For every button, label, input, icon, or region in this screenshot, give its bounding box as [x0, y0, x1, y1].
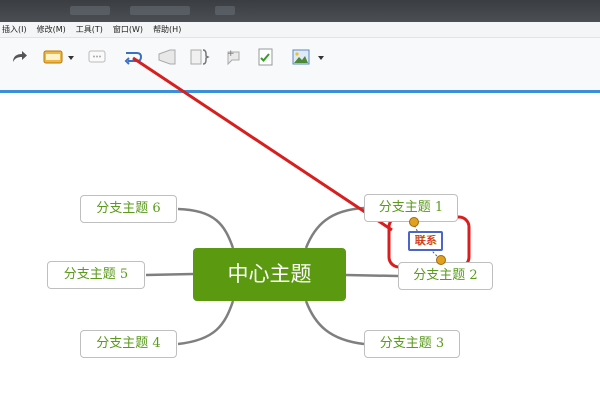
connector-branch-2 [345, 273, 399, 278]
connector-branch-1 [304, 206, 365, 249]
relationship-handle-end[interactable] [436, 255, 446, 265]
branch-topic-5[interactable]: 分支主题 5 [47, 261, 145, 289]
connector-branch-4 [177, 300, 235, 346]
central-topic[interactable]: 中心主题 [193, 248, 346, 301]
relationship-label[interactable]: 联系 [408, 231, 443, 251]
branch-topic-3[interactable]: 分支主题 3 [364, 330, 460, 358]
relationship-handle-start[interactable] [409, 217, 419, 227]
connector-branch-3 [304, 300, 365, 346]
branch-topic-6[interactable]: 分支主题 6 [80, 195, 177, 223]
branch-topic-2[interactable]: 分支主题 2 [398, 262, 493, 290]
connector-branch-5 [145, 272, 194, 277]
branch-topic-4[interactable]: 分支主题 4 [80, 330, 177, 358]
connector-branch-6 [177, 207, 235, 249]
